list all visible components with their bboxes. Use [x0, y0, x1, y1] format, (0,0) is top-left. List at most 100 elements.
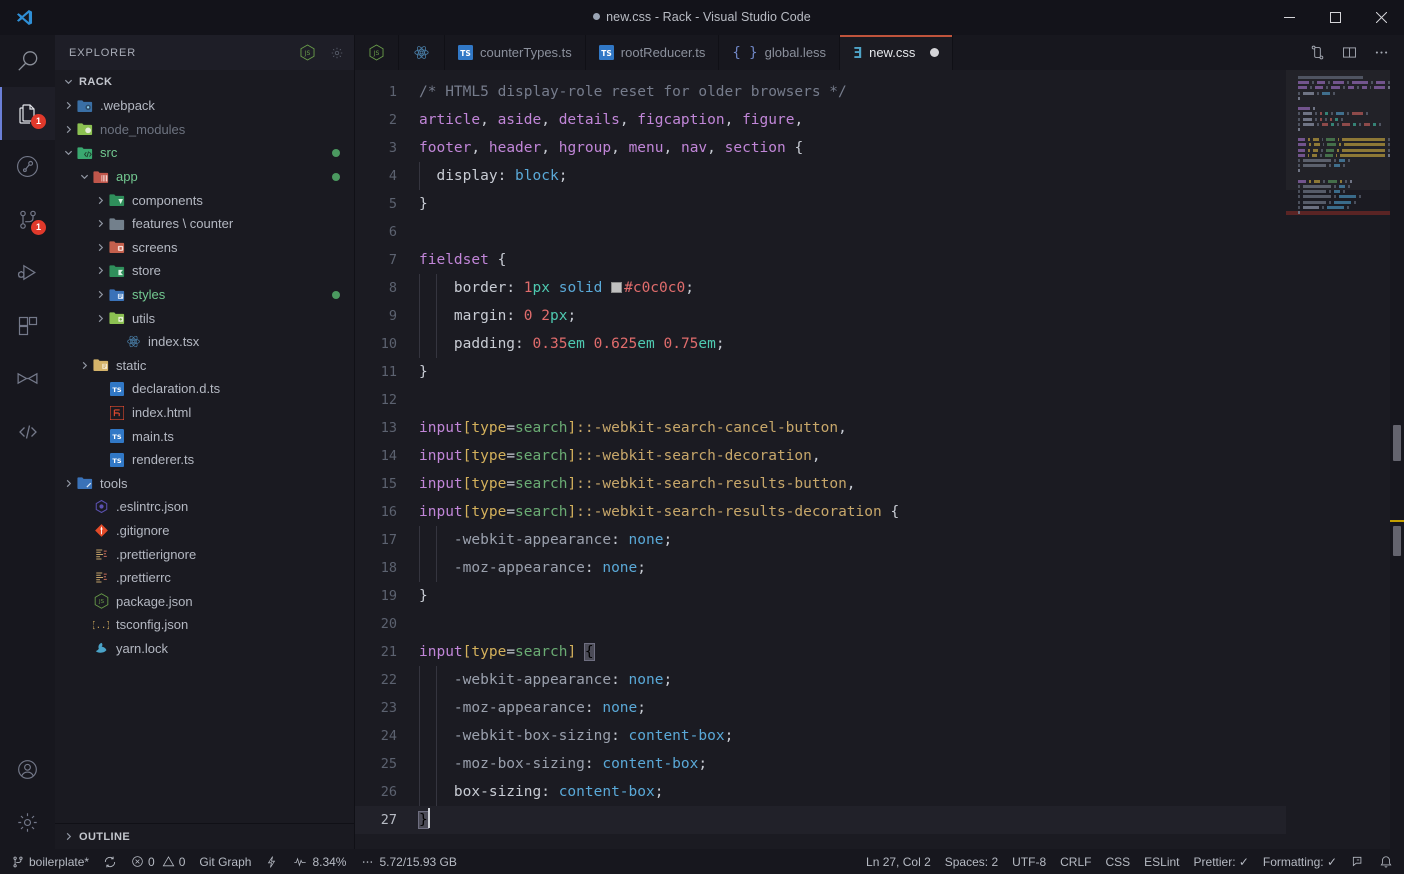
activity-item-extensions[interactable] [0, 299, 55, 352]
activity-item-explorer[interactable]: 1 [0, 87, 55, 140]
status-cursor-position[interactable]: Ln 27, Col 2 [859, 849, 938, 874]
outline-section[interactable]: OUTLINE [55, 823, 354, 849]
status-indentation[interactable]: Spaces: 2 [938, 849, 1005, 874]
status-prettier[interactable]: Prettier: ✓ [1187, 849, 1256, 874]
code-lines[interactable]: 1 /* HTML5 display-role reset for older b… [355, 70, 1286, 834]
tab-global-less[interactable]: { } global.less [719, 35, 841, 70]
chevron-right-icon[interactable] [93, 290, 107, 299]
chevron-right-icon[interactable] [61, 101, 75, 110]
minimap[interactable] [1286, 70, 1390, 849]
status-remote-branch[interactable]: boilerplate* [4, 849, 96, 874]
code-line[interactable]: 21 input[type=search] { [355, 638, 1286, 666]
tree-item-package-json[interactable]: JS package.json [55, 589, 354, 613]
tree-item-gitignore[interactable]: .gitignore [55, 519, 354, 543]
maximize-button[interactable] [1312, 0, 1358, 34]
code-line[interactable]: 16 input[type=search]::-webkit-search-res… [355, 498, 1286, 526]
activity-item-accounts[interactable] [0, 743, 55, 796]
activity-item-remote-explorer[interactable] [0, 405, 55, 458]
tree-item-styles[interactable]: styles [55, 283, 354, 307]
close-button[interactable] [1358, 0, 1404, 34]
code-line[interactable]: 5} [355, 190, 1286, 218]
code-line[interactable]: 19} [355, 582, 1286, 610]
chevron-right-icon[interactable] [61, 479, 75, 488]
status-notifications[interactable] [1372, 849, 1400, 874]
status-memory-usage[interactable]: 5.72/15.93 GB [353, 849, 463, 874]
gear-icon[interactable] [322, 36, 352, 70]
code-line[interactable]: 20 [355, 610, 1286, 638]
tree-item-prettierignore[interactable]: .prettierignore [55, 542, 354, 566]
code-line[interactable]: 18 -moz-appearance: none; [355, 554, 1286, 582]
status-language-mode[interactable]: CSS [1098, 849, 1137, 874]
code-line[interactable]: 12 [355, 386, 1286, 414]
activity-item-test-explorer[interactable] [0, 352, 55, 405]
code-line[interactable]: 9 margin: 0 2px; [355, 302, 1286, 330]
status-encoding[interactable]: UTF-8 [1005, 849, 1053, 874]
tree-item-index-html[interactable]: index.html [55, 401, 354, 425]
tree-item-main-ts[interactable]: TS main.ts [55, 424, 354, 448]
tree-item-components[interactable]: components [55, 188, 354, 212]
tree-item-renderer-ts[interactable]: TS renderer.ts [55, 448, 354, 472]
chevron-down-icon[interactable] [61, 148, 75, 157]
code-line[interactable]: 26 box-sizing: content-box; [355, 778, 1286, 806]
tree-item-node-modules[interactable]: node_modules [55, 118, 354, 142]
split-editor-right-icon[interactable] [1302, 38, 1332, 68]
chevron-right-icon[interactable] [93, 196, 107, 205]
code-line[interactable]: 24 -webkit-box-sizing: content-box; [355, 722, 1286, 750]
code-line[interactable]: 10 padding: 0.35em 0.625em 0.75em; [355, 330, 1286, 358]
activity-item-run-and-debug[interactable] [0, 246, 55, 299]
scrollbar-thumb[interactable] [1393, 425, 1401, 461]
chevron-right-icon[interactable] [77, 361, 91, 370]
code-line[interactable]: 7 fieldset { [355, 246, 1286, 274]
code-line[interactable]: 14 input[type=search]::-webkit-search-dec… [355, 442, 1286, 470]
tab-pinned-npm[interactable]: JS [355, 35, 399, 70]
code-line[interactable]: 1 /* HTML5 display-role reset for older b… [355, 78, 1286, 106]
status-feedback[interactable] [1344, 849, 1372, 874]
tree-item-utils[interactable]: utils [55, 306, 354, 330]
minimize-button[interactable] [1266, 0, 1312, 34]
code-line[interactable]: 13 input[type=search]::-webkit-search-can… [355, 414, 1286, 442]
tree-item-static[interactable]: static [55, 354, 354, 378]
color-swatch[interactable] [611, 282, 623, 293]
activity-item-source-control[interactable]: 1 [0, 193, 55, 246]
chevron-down-icon[interactable] [77, 172, 91, 181]
status-eslint[interactable]: ESLint [1137, 849, 1186, 874]
code-line[interactable]: 27} [355, 806, 1286, 834]
code-line[interactable]: 2 article, aside, details, figcaption, fi… [355, 106, 1286, 134]
tab-counterTypes-ts[interactable]: TS counterTypes.ts [445, 35, 586, 70]
tree-item-src[interactable]: src [55, 141, 354, 165]
tree-item-tsconfig-json[interactable]: {..} tsconfig.json [55, 613, 354, 637]
status-formatting[interactable]: Formatting: ✓ [1256, 849, 1344, 874]
overview-ruler[interactable] [1390, 70, 1404, 849]
more-actions-icon[interactable] [1366, 38, 1396, 68]
tree-item-tools[interactable]: tools [55, 472, 354, 496]
tree-item-screens[interactable]: screens [55, 236, 354, 260]
tree-item-eslintrc-json[interactable]: .eslintrc.json [55, 495, 354, 519]
code-line[interactable]: 23 -moz-appearance: none; [355, 694, 1286, 722]
code-line[interactable]: 15 input[type=search]::-webkit-search-res… [355, 470, 1286, 498]
npm-icon[interactable]: JS [292, 36, 322, 70]
chevron-right-icon[interactable] [93, 266, 107, 275]
code-line[interactable]: 4 display: block; [355, 162, 1286, 190]
search-icon[interactable] [0, 35, 55, 87]
tab-dirty-indicator[interactable] [930, 48, 940, 57]
code-line[interactable]: 25 -moz-box-sizing: content-box; [355, 750, 1286, 778]
tree-item-index-tsx[interactable]: index.tsx [55, 330, 354, 354]
code-line[interactable]: 6 [355, 218, 1286, 246]
code-line[interactable]: 17 -webkit-appearance: none; [355, 526, 1286, 554]
tree-item-app[interactable]: app [55, 165, 354, 189]
tree-item-declaration-d-ts[interactable]: TS declaration.d.ts [55, 377, 354, 401]
code-line[interactable]: 22 -webkit-appearance: none; [355, 666, 1286, 694]
status-eol[interactable]: CRLF [1053, 849, 1098, 874]
tab-pinned-react[interactable] [399, 35, 445, 70]
tab-new-css[interactable]: Ǝ new.css [840, 35, 954, 70]
tree-item-prettierrc[interactable]: .prettierrc [55, 566, 354, 590]
status-lightning[interactable] [258, 849, 285, 874]
minimap-slider[interactable] [1286, 70, 1390, 190]
tree-item-store[interactable]: store [55, 259, 354, 283]
activity-item-search-alt[interactable] [0, 140, 55, 193]
status-sync-changes[interactable] [96, 849, 124, 874]
status-problems[interactable]: 0 0 [124, 849, 192, 874]
tab-rootReducer-ts[interactable]: TS rootReducer.ts [586, 35, 720, 70]
chevron-right-icon[interactable] [93, 219, 107, 228]
explorer-root-section[interactable]: RACK [55, 70, 354, 93]
